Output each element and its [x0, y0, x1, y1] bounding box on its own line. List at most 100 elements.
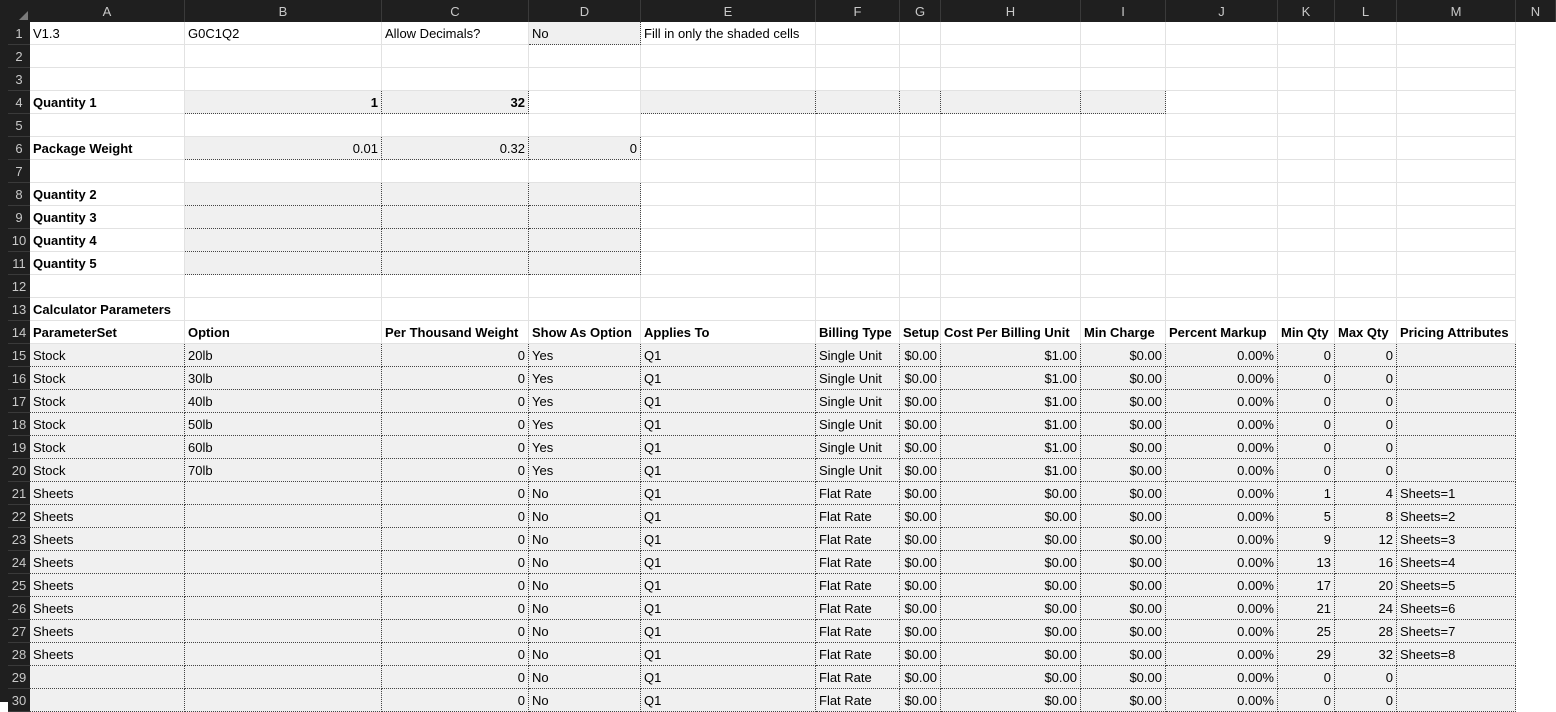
table-cell[interactable]: 0.00%: [1166, 436, 1278, 459]
table-cell[interactable]: 0.00%: [1166, 597, 1278, 620]
table-cell[interactable]: Flat Rate: [816, 620, 900, 643]
grid-cell[interactable]: [1278, 275, 1335, 298]
table-cell[interactable]: [185, 551, 382, 574]
row-header-21[interactable]: 21: [8, 482, 30, 505]
grid-cell[interactable]: [529, 275, 641, 298]
table-cell[interactable]: $1.00: [941, 367, 1081, 390]
grid-cell[interactable]: [382, 114, 529, 137]
quantity-5-input[interactable]: [382, 252, 529, 275]
table-cell[interactable]: $0.00: [900, 367, 941, 390]
table-cell[interactable]: Stock: [30, 459, 185, 482]
package-weight-b[interactable]: 0.01: [185, 137, 382, 160]
grid-cell[interactable]: [641, 206, 816, 229]
quantity-5-label[interactable]: Quantity 5: [30, 252, 185, 275]
table-cell[interactable]: [185, 666, 382, 689]
grid-cell[interactable]: [1397, 22, 1516, 45]
table-header[interactable]: Billing Type: [816, 321, 900, 344]
grid-cell[interactable]: [529, 68, 641, 91]
table-cell[interactable]: 0: [382, 689, 529, 712]
table-cell[interactable]: Q1: [641, 505, 816, 528]
table-cell[interactable]: 0: [382, 344, 529, 367]
table-cell[interactable]: 0.00%: [1166, 689, 1278, 712]
table-cell[interactable]: $0.00: [1081, 436, 1166, 459]
grid-cell[interactable]: [1278, 68, 1335, 91]
grid-cell[interactable]: [185, 275, 382, 298]
grid-cell[interactable]: [1278, 137, 1335, 160]
grid-cell[interactable]: [816, 183, 900, 206]
table-cell[interactable]: Flat Rate: [816, 505, 900, 528]
grid-cell[interactable]: [941, 252, 1081, 275]
table-cell[interactable]: $0.00: [900, 413, 941, 436]
grid-cell[interactable]: [900, 275, 941, 298]
table-cell[interactable]: Yes: [529, 344, 641, 367]
grid-cell[interactable]: [1081, 206, 1166, 229]
grid-cell[interactable]: [641, 252, 816, 275]
select-all-corner[interactable]: [8, 0, 30, 22]
row-header-11[interactable]: 11: [8, 252, 30, 275]
grid-cell[interactable]: [941, 68, 1081, 91]
row-header-9[interactable]: 9: [8, 206, 30, 229]
table-cell[interactable]: 20: [1335, 574, 1397, 597]
table-cell[interactable]: $1.00: [941, 436, 1081, 459]
table-cell[interactable]: Flat Rate: [816, 689, 900, 712]
table-cell[interactable]: Flat Rate: [816, 666, 900, 689]
quantity-1-extra[interactable]: [1081, 91, 1166, 114]
table-header[interactable]: Applies To: [641, 321, 816, 344]
grid-cell[interactable]: [816, 252, 900, 275]
table-cell[interactable]: $0.00: [941, 551, 1081, 574]
grid-cell[interactable]: [1335, 183, 1397, 206]
table-cell[interactable]: Flat Rate: [816, 574, 900, 597]
column-header-h[interactable]: H: [941, 0, 1081, 22]
row-header-28[interactable]: 28: [8, 643, 30, 666]
grid-cell[interactable]: [900, 252, 941, 275]
table-cell[interactable]: Q1: [641, 574, 816, 597]
table-cell[interactable]: Flat Rate: [816, 482, 900, 505]
grid-cell[interactable]: [1397, 252, 1516, 275]
grid-cell[interactable]: [1397, 298, 1516, 321]
table-cell[interactable]: Sheets=7: [1397, 620, 1516, 643]
code-cell[interactable]: G0C1Q2: [185, 22, 382, 45]
table-cell[interactable]: $0.00: [941, 597, 1081, 620]
grid-cell[interactable]: [1335, 68, 1397, 91]
grid-cell[interactable]: [1081, 160, 1166, 183]
table-cell[interactable]: Yes: [529, 390, 641, 413]
table-cell[interactable]: 0.00%: [1166, 505, 1278, 528]
table-cell[interactable]: 0.00%: [1166, 482, 1278, 505]
grid-cell[interactable]: [1335, 275, 1397, 298]
grid-cell[interactable]: [1166, 114, 1278, 137]
grid-cell[interactable]: [1278, 45, 1335, 68]
table-cell[interactable]: No: [529, 620, 641, 643]
table-cell[interactable]: Yes: [529, 459, 641, 482]
table-cell[interactable]: 0.00%: [1166, 551, 1278, 574]
grid-cell[interactable]: [382, 160, 529, 183]
table-cell[interactable]: 8: [1335, 505, 1397, 528]
table-cell[interactable]: Sheets=6: [1397, 597, 1516, 620]
grid-cell[interactable]: [941, 183, 1081, 206]
grid-cell[interactable]: [941, 45, 1081, 68]
grid-cell[interactable]: [1081, 252, 1166, 275]
column-header-g[interactable]: G: [900, 0, 941, 22]
grid-cell[interactable]: [1335, 22, 1397, 45]
table-header[interactable]: Option: [185, 321, 382, 344]
table-cell[interactable]: $0.00: [900, 620, 941, 643]
row-header-16[interactable]: 16: [8, 367, 30, 390]
grid-cell[interactable]: [1081, 229, 1166, 252]
table-cell[interactable]: 0: [382, 643, 529, 666]
package-weight-c[interactable]: 0.32: [382, 137, 529, 160]
table-cell[interactable]: $0.00: [1081, 367, 1166, 390]
table-cell[interactable]: 0: [1278, 367, 1335, 390]
table-header[interactable]: Show As Option: [529, 321, 641, 344]
table-cell[interactable]: 28: [1335, 620, 1397, 643]
table-cell[interactable]: Stock: [30, 413, 185, 436]
grid-cell[interactable]: [1081, 183, 1166, 206]
grid-cell[interactable]: [1166, 160, 1278, 183]
grid-cell[interactable]: [641, 229, 816, 252]
table-cell[interactable]: 0: [1278, 436, 1335, 459]
table-cell[interactable]: $0.00: [941, 528, 1081, 551]
row-header-15[interactable]: 15: [8, 344, 30, 367]
grid-cell[interactable]: [641, 114, 816, 137]
table-cell[interactable]: [185, 482, 382, 505]
table-cell[interactable]: Q1: [641, 344, 816, 367]
table-cell[interactable]: $0.00: [1081, 574, 1166, 597]
table-cell[interactable]: 50lb: [185, 413, 382, 436]
